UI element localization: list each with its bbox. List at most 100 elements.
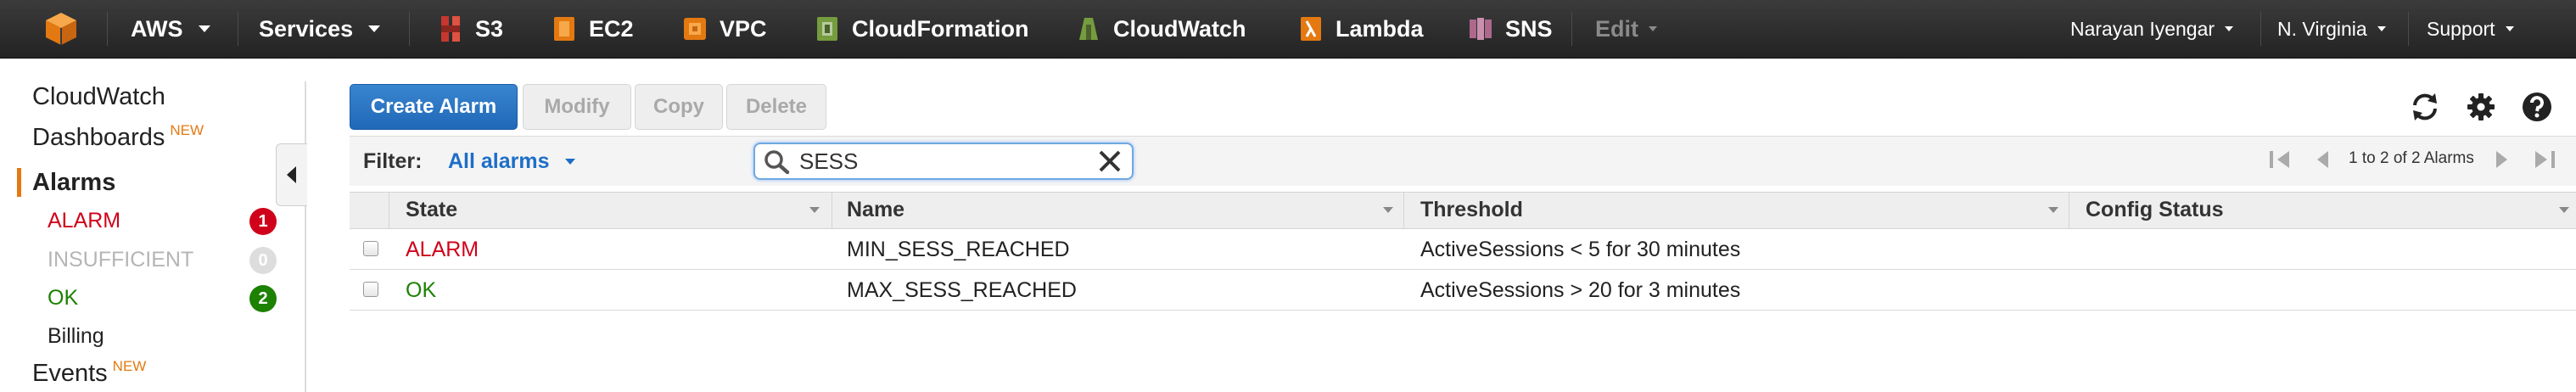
gear-icon[interactable] — [2462, 88, 2500, 126]
search-box — [753, 143, 1134, 180]
sort-caret-icon[interactable] — [1383, 207, 1393, 213]
collapse-sidebar-button[interactable] — [276, 143, 307, 206]
sidebar-item-label: CloudWatch — [32, 83, 165, 110]
search-input[interactable] — [799, 148, 1079, 175]
cloudformation-icon — [817, 17, 837, 41]
row-threshold: ActiveSessions < 5 for 30 minutes — [1420, 238, 1741, 261]
nav-service-s3[interactable]: S3 — [438, 0, 503, 58]
sns-icon — [1470, 18, 1492, 40]
alarm-count-badge: 1 — [249, 208, 277, 235]
nav-service-label: VPC — [720, 15, 767, 42]
top-navigation-bar: AWS Services S3 EC2 VPC CloudFormation C… — [0, 0, 2576, 59]
nav-service-label: SNS — [1505, 15, 1553, 42]
column-header-state[interactable]: State — [406, 198, 457, 222]
user-menu-label: Narayan Iyengar — [2070, 17, 2215, 40]
row-checkbox[interactable] — [363, 241, 378, 256]
s3-icon — [441, 16, 460, 42]
aws-cube-icon[interactable] — [44, 0, 78, 58]
chevron-down-icon — [2505, 26, 2514, 31]
next-page-icon[interactable] — [2491, 149, 2512, 170]
clear-search-icon[interactable] — [1098, 150, 1122, 172]
chevron-down-icon — [198, 25, 210, 32]
delete-button[interactable]: Delete — [726, 84, 826, 130]
sidebar-divider — [305, 81, 306, 392]
sidebar-item-label: Billing — [48, 324, 104, 348]
sort-caret-icon[interactable] — [2048, 207, 2058, 213]
column-header-config-status[interactable]: Config Status — [2086, 198, 2224, 222]
row-name: MAX_SESS_REACHED — [847, 278, 1077, 302]
filter-label: Filter: — [363, 149, 423, 173]
row-state: ALARM — [406, 238, 479, 261]
previous-page-icon[interactable] — [2313, 149, 2333, 170]
region-menu[interactable]: N. Virginia — [2277, 0, 2386, 58]
services-menu-label: Services — [259, 15, 354, 42]
nav-service-cloudformation[interactable]: CloudFormation — [815, 0, 1028, 58]
nav-service-label: CloudFormation — [852, 15, 1029, 42]
new-badge: NEW — [112, 358, 147, 374]
chevron-down-icon — [2377, 26, 2386, 31]
sidebar-item-label: OK — [48, 286, 79, 310]
nav-service-label: EC2 — [589, 15, 634, 42]
chevron-down-icon — [1649, 26, 1657, 31]
chevron-down-icon — [2225, 26, 2234, 31]
row-checkbox[interactable] — [363, 282, 378, 297]
filter-bar — [350, 136, 2576, 186]
sidebar-item-alarms[interactable]: Alarms — [32, 169, 115, 197]
modify-button[interactable]: Modify — [523, 84, 631, 130]
aws-menu-label: AWS — [131, 15, 183, 42]
sidebar-item-label: Dashboards — [32, 124, 165, 151]
sidebar-item-dashboards[interactable]: Dashboards NEW — [32, 122, 204, 152]
lambda-icon — [1301, 17, 1321, 41]
support-menu-label: Support — [2427, 17, 2495, 40]
sidebar-item-cloudwatch[interactable]: CloudWatch — [32, 83, 165, 111]
filter-dropdown-value: All alarms — [448, 149, 550, 173]
refresh-icon[interactable] — [2406, 88, 2444, 126]
sidebar-item-label: ALARM — [48, 209, 121, 232]
chevron-left-icon — [287, 166, 296, 183]
sidebar-item-billing[interactable]: Billing — [48, 324, 104, 349]
column-header-name[interactable]: Name — [847, 198, 904, 222]
help-icon[interactable] — [2518, 88, 2556, 126]
chevron-down-icon — [564, 159, 575, 165]
aws-menu[interactable]: AWS — [131, 0, 210, 58]
vpc-icon — [684, 18, 706, 40]
region-menu-label: N. Virginia — [2277, 17, 2367, 40]
sidebar-item-ok-state[interactable]: OK — [48, 286, 78, 311]
create-alarm-button[interactable]: Create Alarm — [350, 84, 518, 130]
row-name: MIN_SESS_REACHED — [847, 238, 1070, 261]
nav-service-cloudwatch[interactable]: CloudWatch — [1076, 0, 1246, 58]
nav-service-vpc[interactable]: VPC — [682, 0, 767, 58]
column-header-threshold[interactable]: Threshold — [1420, 198, 1523, 222]
last-page-icon[interactable] — [2528, 149, 2557, 170]
sidebar-item-label: INSUFFICIENT — [48, 248, 194, 272]
sort-caret-icon[interactable] — [809, 207, 820, 213]
nav-service-label: Lambda — [1336, 15, 1424, 42]
nav-service-sns[interactable]: SNS — [1468, 0, 1553, 58]
copy-button[interactable]: Copy — [635, 84, 723, 130]
edit-menu[interactable]: Edit — [1595, 0, 1657, 58]
sidebar-item-events[interactable]: Events NEW — [32, 358, 147, 388]
nav-service-lambda[interactable]: Lambda — [1298, 0, 1424, 58]
filter-dropdown[interactable]: All alarms — [448, 149, 575, 174]
first-page-icon[interactable] — [2267, 149, 2296, 170]
pagination-text: 1 to 2 of 2 Alarms — [2349, 149, 2474, 167]
sidebar-item-alarm-state[interactable]: ALARM — [48, 209, 120, 233]
row-threshold: ActiveSessions > 20 for 3 minutes — [1420, 278, 1741, 302]
support-menu[interactable]: Support — [2427, 0, 2514, 58]
sort-caret-icon[interactable] — [2559, 207, 2569, 213]
sidebar-item-label: Alarms — [32, 169, 116, 196]
sidebar-item-insufficient-state[interactable]: INSUFFICIENT — [48, 248, 193, 272]
active-indicator — [17, 168, 21, 197]
edit-menu-label: Edit — [1595, 15, 1638, 42]
nav-service-label: S3 — [475, 15, 504, 42]
services-menu[interactable]: Services — [259, 0, 381, 58]
user-menu[interactable]: Narayan Iyengar — [2070, 0, 2234, 58]
sidebar-item-label: Events — [32, 360, 108, 387]
cloudwatch-icon — [1079, 18, 1098, 40]
chevron-down-icon — [368, 25, 381, 32]
row-state: OK — [406, 278, 437, 302]
insufficient-count-badge: 0 — [249, 247, 277, 274]
nav-service-ec2[interactable]: EC2 — [552, 0, 634, 58]
ec2-icon — [554, 17, 574, 41]
search-icon — [764, 150, 790, 175]
